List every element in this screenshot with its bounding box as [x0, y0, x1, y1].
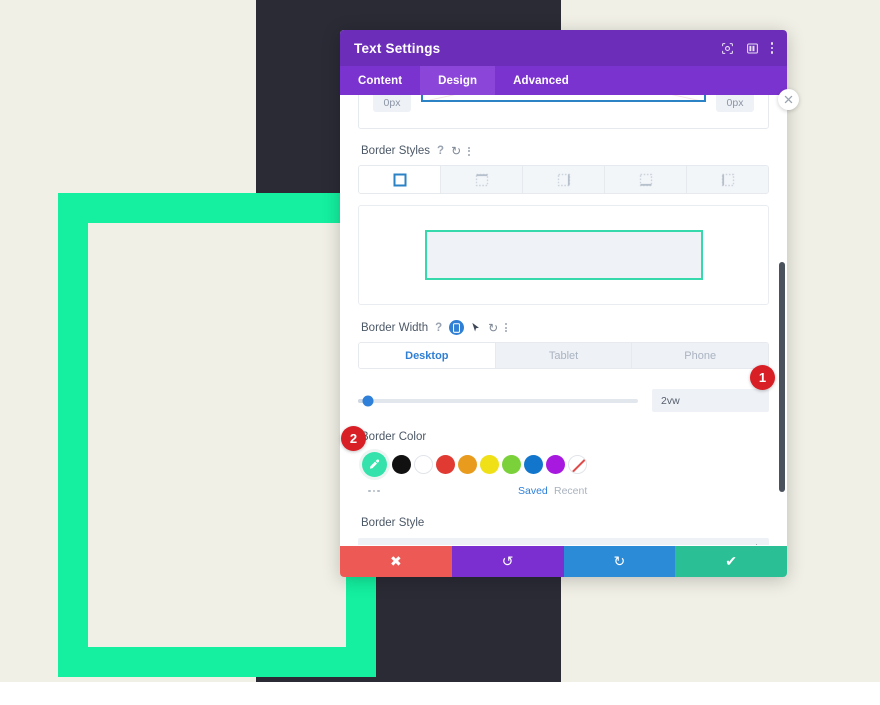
border-style-option-all-sides[interactable]: [359, 166, 441, 193]
modal-header-icons: [721, 42, 773, 55]
undo-button[interactable]: ↺: [451, 546, 564, 577]
swatch-white[interactable]: [414, 455, 433, 474]
modal-title: Text Settings: [354, 40, 441, 56]
device-tab-tablet[interactable]: Tablet: [495, 343, 633, 368]
corner-preview-rect: [421, 95, 706, 102]
hover-cursor-icon[interactable]: [471, 322, 481, 333]
border-styles-label: Border Styles: [361, 145, 431, 157]
border-color-swatches: [360, 452, 769, 477]
recent-colors-link[interactable]: Recent: [554, 485, 587, 497]
options-menu-icon[interactable]: [468, 146, 471, 156]
border-width-label: Border Width: [361, 321, 429, 334]
responsive-device-icon[interactable]: [449, 320, 465, 335]
device-tab-phone[interactable]: Phone: [632, 343, 768, 368]
border-style-option-left-side[interactable]: [687, 166, 768, 193]
reset-icon[interactable]: ↻: [451, 144, 461, 158]
text-module-preview-box[interactable]: [58, 193, 376, 677]
tab-advanced[interactable]: Advanced: [495, 66, 587, 95]
modal-footer: ✖ ↺ ↻ ✔: [340, 546, 787, 577]
swatch-black[interactable]: [392, 455, 411, 474]
swatch-green[interactable]: [502, 455, 521, 474]
options-menu-icon[interactable]: [505, 323, 508, 332]
swatch-yellow[interactable]: [480, 455, 499, 474]
swatch-none[interactable]: [568, 455, 587, 474]
help-icon[interactable]: ?: [435, 322, 442, 334]
redo-button[interactable]: ↻: [563, 546, 676, 577]
rounded-corners-control[interactable]: 0px 0px: [358, 95, 769, 129]
scrollbar-thumb[interactable]: [779, 262, 785, 492]
corner-value-right[interactable]: 0px: [716, 95, 754, 112]
more-options-icon[interactable]: [770, 42, 773, 54]
border-color-label: Border Color: [361, 431, 427, 443]
swatch-blue[interactable]: [524, 455, 543, 474]
modal-tabs: Content Design Advanced: [340, 66, 787, 95]
target-expand-icon[interactable]: [721, 42, 734, 55]
modal-scrollbar[interactable]: [779, 262, 785, 492]
responsive-tabs: Desktop Tablet Phone: [358, 342, 769, 369]
border-styles-label-row: Border Styles ? ↻: [361, 144, 769, 158]
saved-colors-link[interactable]: Saved: [518, 485, 548, 497]
text-module-inner: [88, 223, 346, 647]
device-tab-desktop[interactable]: Desktop: [359, 343, 496, 368]
swatch-red[interactable]: [436, 455, 455, 474]
border-style-option-right-side[interactable]: [523, 166, 605, 193]
annotation-badge-2: 2: [341, 426, 366, 451]
text-settings-modal: Text Settings Content Design Advanced 0p…: [340, 30, 799, 577]
border-width-slider[interactable]: [358, 395, 638, 406]
modal-body: 0px 0px Border Styles ? ↻ Border Width ?…: [340, 95, 787, 545]
swatch-teal-selected[interactable]: [362, 452, 387, 477]
reset-icon[interactable]: ↻: [488, 321, 498, 335]
help-icon[interactable]: ?: [437, 145, 444, 157]
border-width-label-row: Border Width ? ↻: [361, 320, 769, 335]
more-colors-icon[interactable]: [368, 489, 380, 493]
chevron-updown-icon: ▲▼: [753, 543, 760, 545]
layout-columns-icon[interactable]: [746, 42, 759, 55]
annotation-badge-1: 1: [750, 365, 775, 390]
close-icon[interactable]: [778, 89, 799, 110]
modal-header: Text Settings: [340, 30, 787, 66]
border-style-option-bottom-side[interactable]: [605, 166, 687, 193]
swatch-purple[interactable]: [546, 455, 565, 474]
swatch-orange[interactable]: [458, 455, 477, 474]
tab-design[interactable]: Design: [420, 66, 496, 95]
border-styles-options: [358, 165, 769, 194]
corner-value-left[interactable]: 0px: [373, 95, 411, 112]
tab-content[interactable]: Content: [340, 66, 420, 95]
swatch-footer: Saved Recent: [358, 484, 769, 498]
page-bottom-strip: [0, 682, 880, 705]
border-style-option-top-side[interactable]: [441, 166, 523, 193]
border-preview-card: [358, 205, 769, 305]
settings-scroll-area: 0px 0px Border Styles ? ↻ Border Width ?…: [340, 95, 787, 545]
border-width-slider-row: [358, 389, 769, 412]
border-width-input[interactable]: [652, 389, 769, 412]
border-style-label: Border Style: [361, 517, 425, 529]
slider-handle[interactable]: [362, 395, 374, 406]
border-style-select[interactable]: Solid ▲▼: [358, 538, 769, 545]
border-preview-rect: [424, 230, 703, 280]
save-button[interactable]: ✔: [675, 546, 787, 577]
border-style-value: Solid: [368, 545, 392, 546]
cancel-button[interactable]: ✖: [340, 546, 452, 577]
